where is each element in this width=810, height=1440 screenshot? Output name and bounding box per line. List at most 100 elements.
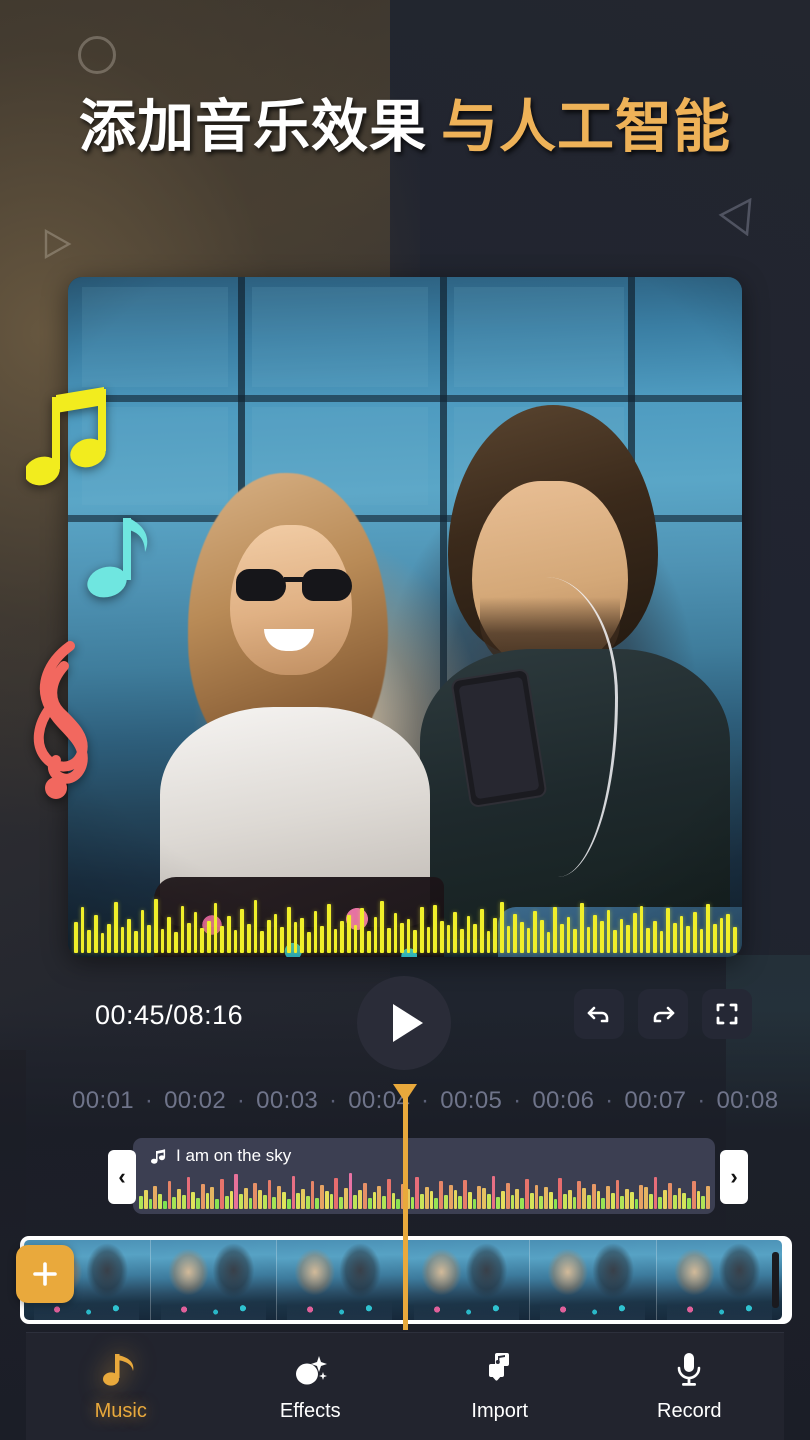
sparkle-icon	[291, 1351, 329, 1389]
waveform-bar	[573, 928, 577, 953]
audio-waveform-bar	[229, 1191, 234, 1209]
audio-waveform-bar	[424, 1186, 429, 1209]
audio-waveform-bar	[553, 1199, 558, 1209]
waveform-bar	[699, 928, 704, 953]
redo-button[interactable]	[638, 989, 688, 1039]
fullscreen-button[interactable]	[702, 989, 752, 1039]
audio-trim-handle-left[interactable]: ‹	[108, 1150, 136, 1204]
audio-waveform-bar	[386, 1179, 391, 1209]
audio-waveform-bar	[162, 1200, 167, 1209]
ruler-tick: 00:01	[72, 1087, 135, 1114]
ruler-separator: ·	[605, 1087, 614, 1114]
audio-waveform-bar	[382, 1196, 386, 1209]
music-note-icon	[102, 1351, 140, 1389]
waveform-bar	[619, 918, 624, 953]
audio-waveform-bar	[358, 1189, 362, 1209]
waveform-bar	[466, 915, 471, 953]
waveform-bar	[446, 925, 451, 953]
waveform-bar	[533, 911, 537, 953]
triangle-left-outline-icon	[718, 198, 754, 236]
waveform-bar	[493, 917, 497, 953]
nav-item-effects[interactable]: Effects	[216, 1333, 406, 1440]
filmstrip-thumbnail	[150, 1240, 277, 1320]
waveform-bar	[633, 913, 637, 953]
waveform-bar	[240, 909, 245, 953]
ruler-separator: ·	[513, 1087, 522, 1114]
waveform-bar	[659, 930, 664, 953]
audio-waveform-bar	[286, 1199, 291, 1209]
audio-waveform-bar	[682, 1193, 687, 1209]
play-button[interactable]	[357, 976, 451, 1070]
audio-waveform-bar	[310, 1181, 315, 1209]
playhead[interactable]	[393, 1084, 417, 1330]
nav-item-record[interactable]: Record	[595, 1333, 785, 1440]
audio-clip[interactable]: I am on the sky	[133, 1138, 715, 1214]
ruler-separator: ·	[236, 1087, 246, 1114]
nav-item-music[interactable]: Music	[26, 1333, 216, 1440]
music-note-icon	[151, 1148, 166, 1164]
waveform-bar	[74, 922, 78, 953]
time-separator: /	[165, 1000, 174, 1030]
audio-waveform-bar	[644, 1186, 648, 1209]
waveform-bar	[506, 926, 511, 953]
audio-waveform-bar	[491, 1176, 496, 1209]
filmstrip-thumbnail	[530, 1240, 657, 1320]
audio-waveform-bar	[448, 1184, 453, 1209]
audio-waveform-bar	[534, 1184, 539, 1209]
audio-waveform-bar	[410, 1197, 415, 1209]
ruler-tick: 00:07	[624, 1087, 687, 1114]
nav-label-effects: Effects	[279, 1399, 341, 1422]
audio-waveform-bar	[367, 1198, 372, 1209]
audio-waveform-bar	[482, 1187, 486, 1209]
audio-waveform-bar	[277, 1185, 281, 1209]
audio-waveform-bar	[215, 1199, 220, 1209]
waveform-bar	[706, 903, 710, 953]
video-trim-handle-right[interactable]	[772, 1252, 779, 1308]
waveform-bar	[253, 899, 258, 953]
preview-vignette	[68, 277, 742, 957]
waveform-bar	[726, 913, 730, 953]
waveform-bar	[280, 927, 284, 953]
waveform-bar	[406, 918, 411, 953]
add-media-button[interactable]	[16, 1245, 74, 1303]
waveform-bar	[559, 924, 564, 953]
microphone-icon	[670, 1351, 708, 1389]
waveform-bar	[500, 901, 504, 953]
audio-waveform-bar	[677, 1187, 682, 1209]
audio-waveform-bar	[181, 1195, 186, 1209]
waveform-bar	[313, 911, 318, 953]
page-title: 添加音乐效果 与人工智能	[0, 95, 810, 160]
ruler-tick: 00:03	[256, 1087, 319, 1114]
waveform-bar	[326, 903, 331, 953]
audio-waveform-bar	[396, 1199, 401, 1209]
waveform-bar	[247, 924, 251, 953]
nav-label-import: Import	[471, 1399, 529, 1422]
audio-waveform-bar	[220, 1179, 224, 1209]
waveform-bar	[200, 928, 205, 953]
video-preview[interactable]	[68, 277, 742, 957]
audio-waveform-bar	[591, 1183, 596, 1209]
audio-waveform-bar	[577, 1181, 582, 1209]
waveform-bar	[719, 917, 724, 953]
waveform-bar	[613, 929, 617, 953]
undo-icon	[587, 1006, 609, 1023]
audio-waveform-bar	[444, 1195, 448, 1209]
waveform-bar	[693, 912, 697, 953]
waveform-bar	[300, 917, 304, 953]
audio-waveform-bar	[167, 1181, 172, 1209]
triangle-right-outline-icon	[42, 228, 72, 260]
audio-waveform-bar	[672, 1195, 677, 1209]
waveform-bar	[173, 931, 178, 953]
waveform-bar	[287, 906, 291, 953]
audio-waveform-bar	[329, 1194, 334, 1209]
waveform-bar	[93, 914, 98, 953]
audio-waveform-bar	[706, 1185, 710, 1209]
waveform-bar	[373, 916, 378, 953]
waveform-bar	[187, 923, 191, 953]
audio-waveform-bar	[472, 1199, 477, 1209]
undo-button[interactable]	[574, 989, 624, 1039]
audio-trim-handle-right[interactable]: ›	[720, 1150, 748, 1204]
nav-item-import[interactable]: Import	[405, 1333, 595, 1440]
audio-waveform-bar	[148, 1199, 153, 1209]
audio-waveform-bar	[548, 1192, 553, 1209]
